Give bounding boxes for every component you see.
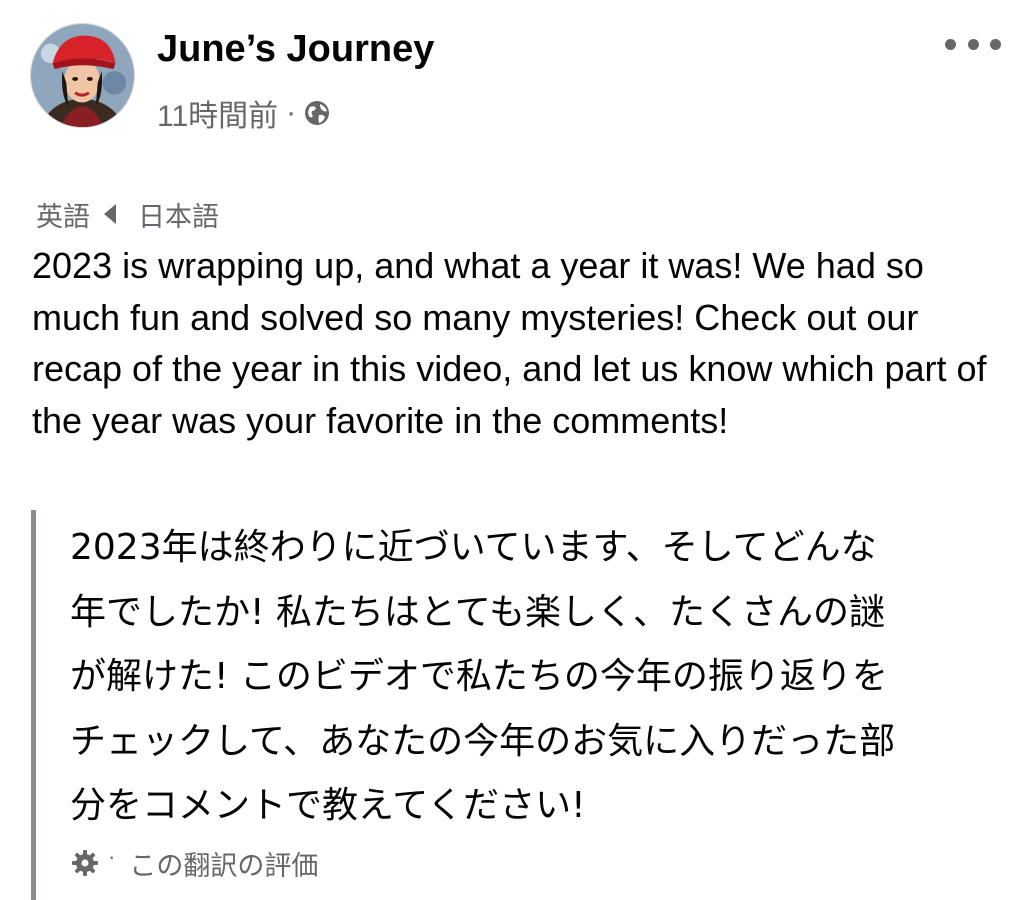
source-language-label[interactable]: 英語 — [36, 195, 90, 234]
triangle-left-icon — [104, 204, 116, 224]
globe-icon[interactable] — [302, 98, 332, 128]
more-dot-icon — [967, 38, 979, 50]
gear-icon — [70, 848, 100, 878]
translation-quote-bar — [31, 510, 36, 900]
page-name-link[interactable]: June’s Journey — [157, 26, 434, 72]
translated-line: が解けた! このビデオで私たちの今年の振り返りを — [70, 656, 888, 697]
rate-translation-label[interactable]: この翻訳の評価 — [129, 844, 318, 883]
more-dot-icon — [945, 38, 956, 50]
post-timestamp[interactable]: 11時間前 — [157, 91, 278, 135]
more-dot-icon — [990, 38, 1001, 50]
post-translated-text: 2023年は終わりに近づいています、そしてどんな 年でしたか! 私たちはとても楽… — [70, 516, 1010, 839]
post-meta: 11時間前 · — [157, 92, 332, 134]
translated-line: 年でしたか! 私たちはとても楽しく、たくさんの謎 — [70, 591, 885, 633]
rate-separator: · — [108, 844, 116, 869]
translated-line: 2023年は終わりに近づいています、そしてどんな — [70, 527, 877, 568]
language-toggle[interactable]: 英語 日本語 — [36, 192, 219, 236]
post-original-text: 2023 is wrapping up, and what a year it … — [32, 245, 987, 441]
page-avatar[interactable] — [30, 23, 135, 128]
target-language-label[interactable]: 日本語 — [138, 195, 219, 234]
rate-translation-button[interactable]: · この翻訳の評価 — [70, 840, 318, 886]
translated-line: チェックして、あなたの今年のお気に入りだった部 — [70, 720, 896, 762]
translated-line: 分をコメントで教えてください! — [70, 785, 586, 826]
june-character-avatar-image — [31, 24, 134, 127]
meta-separator: · — [286, 96, 297, 129]
more-options-button[interactable] — [945, 30, 1001, 58]
